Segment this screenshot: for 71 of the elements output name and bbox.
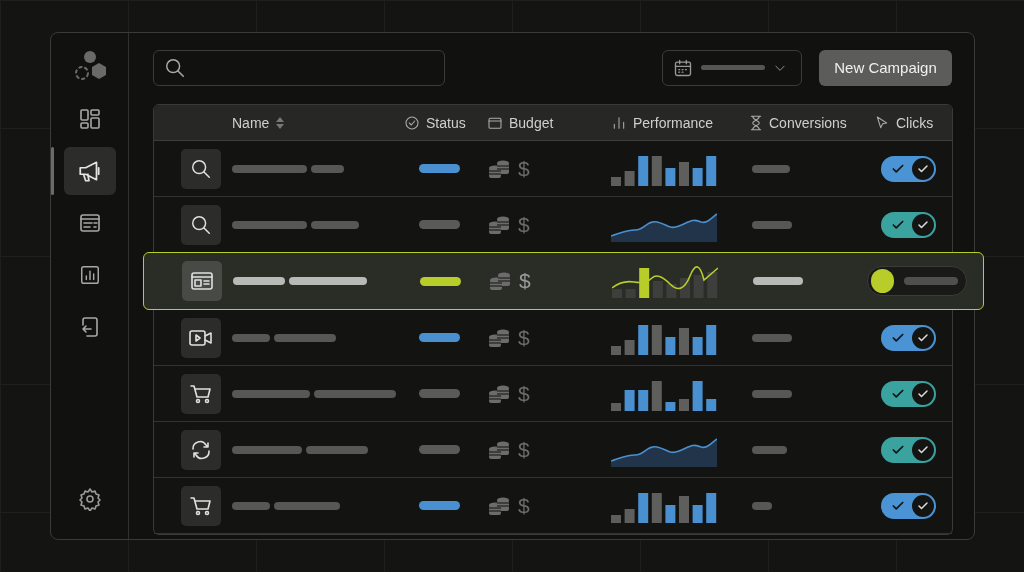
currency-symbol: $ <box>518 212 530 237</box>
text-placeholder-bar <box>274 333 336 342</box>
text-placeholder-bar <box>306 445 368 454</box>
dashboard-icon <box>77 107 102 131</box>
coins-icon <box>488 214 510 235</box>
sort-icon[interactable] <box>275 115 286 130</box>
table-row[interactable]: $ <box>143 252 984 310</box>
calendar-icon <box>673 57 693 78</box>
article-icon <box>77 211 102 235</box>
coins-icon <box>488 495 510 516</box>
megaphone-icon <box>76 158 103 184</box>
web-page-icon <box>190 269 214 293</box>
toggle-switch[interactable] <box>881 492 936 519</box>
hourglass-icon <box>749 114 763 131</box>
bar-chart-icon <box>611 114 627 131</box>
text-placeholder-bar <box>232 333 270 342</box>
check-knob <box>912 213 934 236</box>
coins-icon <box>488 158 510 179</box>
text-placeholder-bar <box>904 277 958 285</box>
text-placeholder-bar <box>701 65 765 70</box>
text-placeholder-bar <box>311 220 359 229</box>
coins-icon <box>488 327 510 348</box>
text-placeholder-bar <box>752 389 792 398</box>
chart-icon <box>78 264 101 286</box>
currency-symbol: $ <box>518 156 530 181</box>
cursor-icon <box>874 114 890 131</box>
text-placeholder-bar <box>274 501 340 510</box>
currency-symbol: $ <box>519 269 531 293</box>
toggle-switch[interactable] <box>881 380 936 407</box>
toggle-switch[interactable] <box>881 436 936 463</box>
toggle-switch[interactable] <box>881 324 936 351</box>
text-placeholder-bar <box>753 277 803 285</box>
text-placeholder-bar <box>752 220 792 229</box>
new-campaign-button[interactable]: New Campaign <box>819 49 952 86</box>
check-circle-icon <box>404 114 420 131</box>
coins-icon <box>488 439 510 460</box>
text-placeholder-bar <box>233 277 285 285</box>
text-placeholder-bar <box>752 501 772 510</box>
search-icon <box>164 56 186 79</box>
date-range-dropdown[interactable] <box>662 49 802 86</box>
text-placeholder-bar <box>232 445 302 454</box>
column-header: Conversions <box>769 114 847 131</box>
check-knob <box>912 494 934 517</box>
active-indicator <box>50 147 54 195</box>
toggle-switch[interactable] <box>881 211 936 238</box>
check-knob <box>912 326 934 349</box>
text-placeholder-bar <box>752 333 792 342</box>
column-header: Performance <box>633 114 714 131</box>
currency-symbol: $ <box>518 437 530 462</box>
text-placeholder-bar <box>752 164 790 173</box>
currency-symbol: $ <box>518 325 530 350</box>
search-field[interactable] <box>153 49 445 86</box>
check-knob <box>912 382 934 405</box>
check-knob <box>912 157 934 180</box>
column-header[interactable]: Name <box>232 114 270 131</box>
text-placeholder-bar <box>752 445 787 454</box>
toggle-switch[interactable] <box>867 266 967 296</box>
settings-icon <box>77 487 102 511</box>
column-header: Status <box>426 114 466 131</box>
column-header: Clicks <box>896 114 934 131</box>
column-header: Budget <box>509 114 554 131</box>
text-placeholder-bar <box>232 501 270 510</box>
currency-symbol: $ <box>518 493 530 518</box>
search-icon <box>190 157 212 180</box>
coins-icon <box>488 383 510 404</box>
toggle-switch[interactable] <box>881 155 936 182</box>
search-icon <box>190 213 212 236</box>
check-knob <box>912 438 934 461</box>
coins-icon <box>489 271 511 291</box>
text-placeholder-bar <box>311 164 344 173</box>
currency-symbol: $ <box>518 381 530 406</box>
